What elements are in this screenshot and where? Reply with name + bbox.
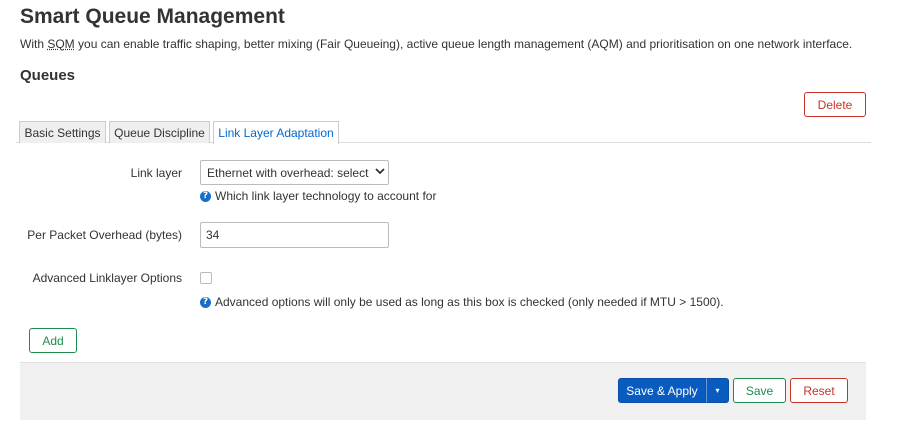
tab-queue-discipline[interactable]: Queue Discipline: [109, 121, 210, 143]
link-layer-help: ? Which link layer technology to account…: [200, 189, 436, 203]
advanced-linklayer-help-text: Advanced options will only be used as lo…: [215, 295, 724, 309]
question-circle-icon: ?: [200, 190, 211, 202]
caret-down-icon: ▾: [715, 386, 720, 395]
advanced-linklayer-label: Advanced Linklayer Options: [32, 271, 182, 285]
tab-link-layer-adaptation[interactable]: Link Layer Adaptation: [213, 121, 339, 144]
save-apply-dropdown-toggle[interactable]: ▾: [706, 378, 729, 403]
tab-basic-settings[interactable]: Basic Settings: [19, 121, 106, 143]
chevron-down-icon: [372, 167, 388, 178]
save-apply-button[interactable]: Save & Apply: [618, 378, 706, 403]
question-circle-icon: ?: [200, 296, 211, 308]
advanced-linklayer-help: ? Advanced options will only be used as …: [200, 295, 724, 309]
per-packet-overhead-label: Per Packet Overhead (bytes): [27, 228, 182, 242]
description-prefix: With: [20, 37, 48, 51]
per-packet-overhead-input[interactable]: 34: [200, 222, 389, 248]
sqm-abbreviation: SQM: [47, 37, 75, 51]
save-button[interactable]: Save: [733, 378, 786, 403]
reset-button[interactable]: Reset: [790, 378, 848, 403]
advanced-linklayer-checkbox[interactable]: [200, 272, 212, 284]
link-layer-select-value: Ethernet with overhead: select for e.g. …: [207, 165, 372, 180]
page-title: Smart Queue Management: [20, 5, 285, 28]
delete-button[interactable]: Delete: [804, 92, 866, 117]
link-layer-help-text: Which link layer technology to account f…: [215, 189, 437, 203]
section-title: Queues: [20, 67, 76, 84]
description-suffix: you can enable traffic shaping, better m…: [74, 37, 853, 51]
link-layer-label: Link layer: [130, 166, 182, 180]
add-button[interactable]: Add: [29, 328, 77, 353]
page-description: With SQM you can enable traffic shaping,…: [20, 37, 852, 51]
link-layer-select[interactable]: Ethernet with overhead: select for e.g. …: [200, 160, 389, 185]
